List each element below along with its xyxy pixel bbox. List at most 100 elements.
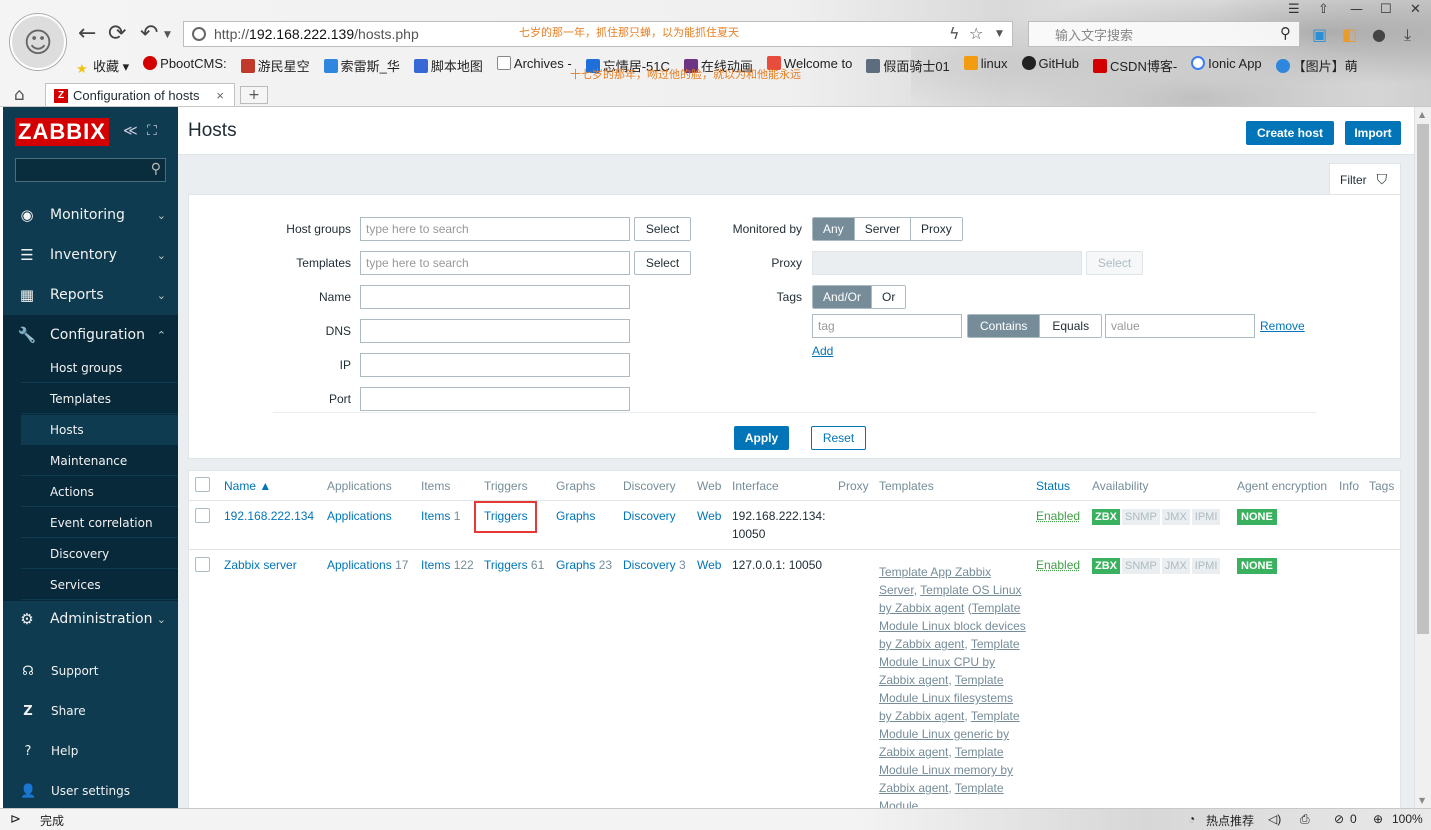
page-info-icon[interactable] [192, 27, 206, 41]
more-icon[interactable]: ● [1372, 25, 1386, 44]
templates-input[interactable]: type here to search [360, 251, 630, 275]
menu-icon[interactable]: ☰ [1288, 2, 1300, 17]
submenu-host-groups[interactable]: Host groups [21, 353, 178, 383]
host-groups-input[interactable]: type here to search [360, 217, 630, 241]
tag-input[interactable]: tag [812, 314, 962, 338]
sidebar-toggle-icon[interactable]: ⊳ [10, 811, 21, 827]
refresh-icon[interactable]: ⟳ [108, 22, 126, 46]
tab-configuration-of-hosts[interactable]: Z Configuration of hosts × [45, 83, 235, 106]
menu-monitoring[interactable]: ◉ Monitoring ⌄ [3, 195, 178, 235]
bookmark-item[interactable]: 游民星空 [240, 56, 310, 75]
applications-link[interactable]: Applications [327, 507, 392, 525]
bookmark-item[interactable]: GitHub [1021, 56, 1079, 75]
monitored-by-any[interactable]: Any [813, 218, 855, 240]
bookmark-item[interactable]: linux [963, 56, 1008, 75]
menu-share[interactable]: Z Share [3, 691, 178, 731]
minimize-icon[interactable]: — [1350, 2, 1363, 17]
tag-op-contains[interactable]: Contains [968, 315, 1041, 337]
menu-support[interactable]: ☊ Support [3, 651, 178, 691]
bookmark-item[interactable]: CSDN博客- [1093, 56, 1177, 75]
host-name-link[interactable]: Zabbix server [224, 556, 297, 574]
bookmark-item[interactable]: 索雷斯_华 [323, 56, 400, 75]
undo-dropdown-icon[interactable]: ▼ [164, 30, 171, 40]
submenu-actions[interactable]: Actions [21, 477, 178, 507]
search-icon[interactable]: ⚲ [151, 161, 161, 177]
submenu-services[interactable]: Services [21, 570, 178, 600]
dropdown-icon[interactable]: ▼ [996, 29, 1003, 39]
graphs-link[interactable]: Graphs [556, 558, 595, 572]
row-checkbox[interactable] [195, 557, 210, 572]
menu-reports[interactable]: ▦ Reports ⌄ [3, 275, 178, 315]
skin-icon[interactable]: ⇧ [1318, 2, 1329, 17]
submenu-discovery[interactable]: Discovery [21, 539, 178, 569]
submenu-hosts[interactable]: Hosts [21, 415, 178, 445]
create-host-button[interactable]: Create host [1246, 121, 1334, 145]
apply-button[interactable]: Apply [734, 426, 789, 450]
scroll-up-icon[interactable]: ▲ [1419, 110, 1425, 119]
close-window-icon[interactable]: ✕ [1410, 2, 1421, 17]
star-icon[interactable]: ☆ [969, 24, 983, 43]
items-link[interactable]: Items [421, 558, 450, 572]
monitored-by-server[interactable]: Server [854, 218, 912, 240]
lightning-icon[interactable]: ϟ [949, 24, 960, 43]
bookmark-item[interactable]: Ionic App [1191, 56, 1262, 75]
download-icon[interactable]: ⤓ [1404, 25, 1411, 45]
hot-icon[interactable]: ◔ [1188, 812, 1195, 826]
tag-op-equals[interactable]: Equals [1040, 315, 1102, 337]
maximize-icon[interactable]: ☐ [1380, 2, 1392, 17]
discovery-link[interactable]: Discovery [623, 558, 676, 572]
page-scrollbar[interactable]: ▲ ▼ [1414, 107, 1431, 808]
menu-inventory[interactable]: ☰ Inventory ⌄ [3, 235, 178, 275]
dns-input[interactable] [360, 319, 630, 343]
new-tab-button[interactable]: + [240, 86, 268, 104]
extension-icon[interactable]: ◧ [1342, 25, 1357, 44]
collapse-sidebar-icon[interactable]: ≪ [123, 123, 138, 139]
adblock-icon[interactable]: ⊘ [1334, 812, 1344, 826]
submenu-templates[interactable]: Templates [21, 384, 178, 414]
menu-configuration[interactable]: 🔧 Configuration ⌃ [3, 315, 178, 355]
templates-select-button[interactable]: Select [634, 251, 691, 275]
add-tag-link[interactable]: Add [812, 344, 833, 358]
host-groups-select-button[interactable]: Select [634, 217, 691, 241]
col-status[interactable]: Status [1036, 479, 1070, 493]
col-name[interactable]: Name ▲ [224, 479, 271, 493]
menu-help[interactable]: ? Help [3, 731, 178, 771]
bookmark-item[interactable]: PbootCMS: [143, 56, 227, 75]
triggers-link[interactable]: Triggers [484, 558, 528, 572]
browser-search-input[interactable]: 输入文字搜索 ⚲ [1028, 21, 1300, 47]
tags-mode-or[interactable]: Or [872, 286, 906, 308]
kiosk-mode-icon[interactable]: ⛶ [147, 123, 157, 139]
translate-icon[interactable]: ▣ [1312, 25, 1327, 44]
user-avatar[interactable]: ☺ [10, 14, 66, 70]
name-input[interactable] [360, 285, 630, 309]
back-icon[interactable]: ← [78, 22, 96, 46]
screenshot-icon[interactable]: ⎙ [1300, 812, 1310, 827]
menu-user-settings[interactable]: 👤 User settings [3, 771, 178, 808]
web-link[interactable]: Web [697, 556, 721, 574]
filter-tab[interactable]: Filter ⛉ [1329, 163, 1401, 195]
scroll-down-icon[interactable]: ▼ [1419, 796, 1425, 805]
status-toggle[interactable]: Enabled [1036, 509, 1080, 523]
close-tab-icon[interactable]: × [216, 88, 224, 103]
zabbix-logo[interactable]: ZABBIX [15, 118, 109, 146]
tags-mode-and-or[interactable]: And/Or [813, 286, 873, 308]
bookmark-item[interactable]: 【图片】萌 [1275, 56, 1358, 75]
port-input[interactable] [360, 387, 630, 411]
status-toggle[interactable]: Enabled [1036, 558, 1080, 572]
applications-link[interactable]: Applications [327, 558, 392, 572]
bookmark-item[interactable]: 假面骑士01 [866, 56, 950, 75]
zoom-icon[interactable]: ⊕ [1373, 812, 1383, 826]
remove-tag-link[interactable]: Remove [1260, 319, 1305, 333]
menu-administration[interactable]: ⚙ Administration ⌄ [3, 599, 178, 639]
hot-recommend-link[interactable]: 热点推荐 [1206, 812, 1254, 829]
bookmark-item[interactable]: ★ 收藏 ▾ [76, 56, 129, 76]
bookmark-item[interactable]: Archives - [496, 56, 572, 75]
import-button[interactable]: Import [1345, 121, 1401, 145]
submenu-maintenance[interactable]: Maintenance [21, 446, 178, 476]
address-bar[interactable]: http://192.168.222.139/hosts.php 七岁的那一年，… [183, 21, 1013, 47]
graphs-link[interactable]: Graphs [556, 507, 595, 525]
bookmark-item[interactable]: 脚本地图 [413, 56, 483, 75]
ip-input[interactable] [360, 353, 630, 377]
search-icon[interactable]: ⚲ [1280, 24, 1291, 42]
tag-value-input[interactable]: value [1105, 314, 1255, 338]
